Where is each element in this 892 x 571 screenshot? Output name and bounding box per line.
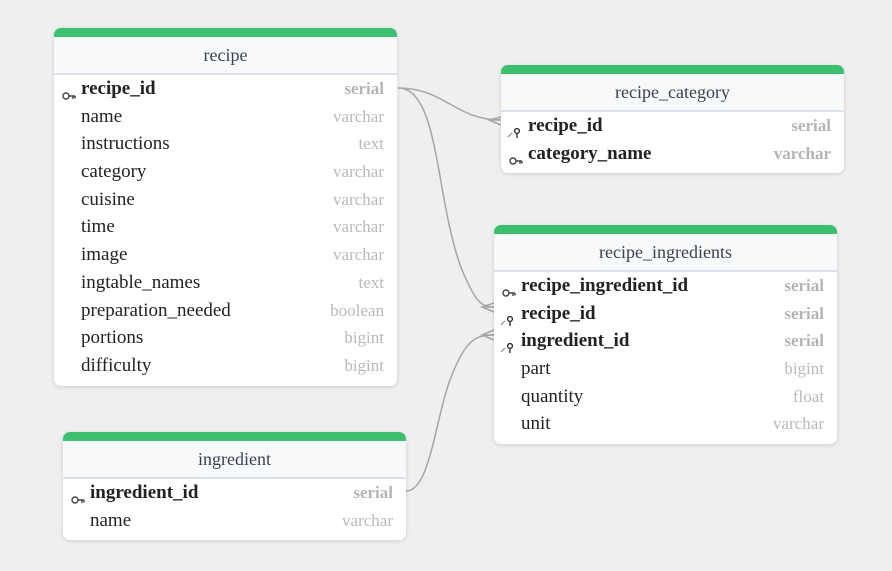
column-type: varchar [773,414,824,434]
column-row-recipe-id[interactable]: recipe_id serial [494,300,837,328]
table-header-bar [494,225,837,234]
column-type: serial [784,276,824,295]
table-header-bar [54,28,397,37]
column-name: preparation_needed [81,299,231,321]
column-row-difficulty[interactable]: difficulty bigint [54,352,397,380]
table-title: recipe [54,37,397,75]
column-name: ingredient_id [521,330,630,352]
column-type: bigint [784,359,824,379]
foreign-key-icon [507,120,521,138]
column-type: text [358,272,385,292]
column-list: recipe_id serial name varchar instructions te… [54,75,397,386]
column-row-instructions[interactable]: instructions text [54,130,397,158]
column-type: bigint [344,328,384,348]
column-type: serial [353,483,393,502]
column-type: varchar [342,510,393,530]
column-row-recipe-id[interactable]: recipe_id serial [54,75,397,103]
column-list: ingredient_id serial name varchar [63,479,406,540]
column-row-ingredient-id[interactable]: ingredient_id serial [494,327,837,355]
column-name: name [90,509,132,531]
relation-recipe-to-category[interactable] [397,87,502,121]
primary-key-icon [62,83,76,100]
column-type: varchar [773,143,831,163]
column-row-recipe-id[interactable]: recipe_id serial [501,112,844,140]
column-name: quantity [521,385,584,407]
table-recipe[interactable]: recipe recipe_id serial name varchar instruc… [54,28,397,386]
column-type: serial [784,331,824,351]
column-row-quantity[interactable]: quantity float [494,383,837,411]
table-title: ingredient [63,441,406,479]
column-name: name [81,105,123,127]
column-name: time [81,216,115,238]
crowfoot-ingredient-ingredients [480,329,495,341]
foreign-key-icon [500,308,514,326]
foreign-key-icon [500,335,514,354]
column-type: varchar [333,245,384,265]
column-name: recipe_id [81,78,156,99]
column-type: bigint [344,355,384,375]
table-recipe-category[interactable]: recipe_category recipe_id serial category_… [501,65,844,174]
column-row-portions[interactable]: portions bigint [54,324,397,352]
column-name: instructions [81,133,170,155]
primary-key-icon [502,280,516,297]
table-ingredient[interactable]: ingredient ingredient_id serial name varcha… [63,432,406,541]
column-type: boolean [330,300,384,320]
column-row-name[interactable]: name varchar [54,103,397,131]
column-name: part [521,358,551,380]
column-name: ingredient_id [90,482,199,503]
column-name: portions [81,327,144,349]
column-name: category [81,161,147,183]
column-name: cuisine [81,188,135,210]
relation-ingredient-to-ingredients[interactable] [405,334,495,492]
column-name: unit [521,413,551,435]
column-type: varchar [333,189,384,209]
column-name: category_name [528,142,652,164]
column-list: recipe_ingredient_id serial recipe_id seria… [494,272,837,444]
column-type: serial [791,116,831,135]
table-title: recipe_category [501,74,844,112]
column-list: recipe_id serial category_name varchar [501,112,844,173]
column-row-preparation-needed[interactable]: preparation_needed boolean [54,297,397,325]
column-row-part[interactable]: part bigint [494,355,837,383]
column-type: serial [344,79,384,98]
column-row-name[interactable]: name varchar [63,507,406,535]
column-row-image[interactable]: image varchar [54,241,397,269]
column-name: recipe_ingredient_id [521,275,689,296]
column-row-time[interactable]: time varchar [54,213,397,241]
column-type: varchar [333,106,384,126]
crowfoot-recipe-category [486,116,502,126]
column-name: image [81,244,128,266]
column-name: recipe_id [528,115,603,136]
column-name: recipe_id [521,302,596,324]
primary-key-icon [509,148,523,165]
column-row-category-name[interactable]: category_name varchar [501,140,844,168]
column-row-ingtable-names[interactable]: ingtable_names text [54,269,397,297]
column-row-recipe-ingredient-id[interactable]: recipe_ingredient_id serial [494,272,837,300]
column-type: varchar [333,162,384,182]
column-type: serial [784,303,824,323]
column-type: float [792,386,824,406]
column-type: text [358,134,385,154]
relation-recipe-to-ingredients[interactable] [397,87,495,308]
table-header-bar [501,65,844,74]
column-name: difficulty [81,354,152,376]
column-row-unit[interactable]: unit varchar [494,410,837,438]
column-row-ingredient-id[interactable]: ingredient_id serial [63,479,406,507]
column-row-category[interactable]: category varchar [54,158,397,186]
table-recipe-ingredients[interactable]: recipe_ingredients recipe_ingredient_ids… [494,225,837,445]
primary-key-icon [71,487,85,504]
column-row-cuisine[interactable]: cuisine varchar [54,186,397,214]
table-header-bar [63,432,406,441]
column-name: ingtable_names [81,271,201,293]
column-type: varchar [333,217,384,237]
table-title: recipe_ingredients [494,234,837,272]
